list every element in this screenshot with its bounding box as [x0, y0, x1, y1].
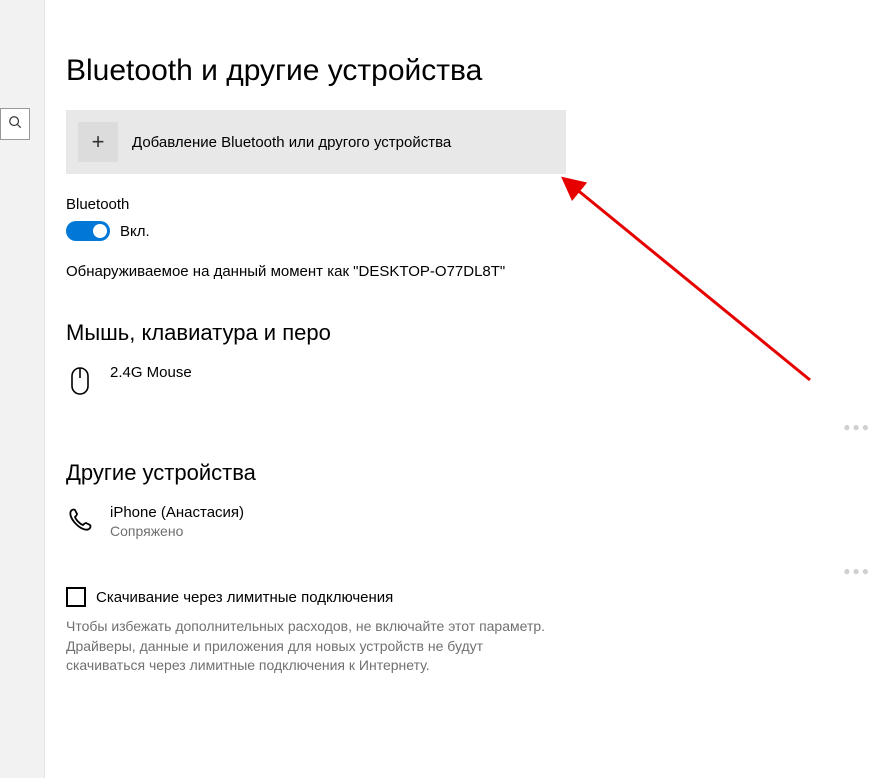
section-heading-other: Другие устройства: [66, 460, 826, 486]
other-devices-section: Другие устройства iPhone (Анастасия) Соп…: [66, 460, 826, 543]
add-device-button[interactable]: + Добавление Bluetooth или другого устро…: [66, 110, 566, 174]
main-content: Bluetooth и другие устройства + Добавлен…: [66, 54, 826, 676]
bluetooth-toggle-state: Вкл.: [120, 223, 150, 240]
mouse-keyboard-pen-section: Мышь, клавиатура и перо 2.4G Mouse: [66, 320, 826, 400]
add-device-label: Добавление Bluetooth или другого устройс…: [132, 134, 451, 151]
bluetooth-toggle[interactable]: [66, 221, 110, 241]
metered-section: Скачивание через лимитные подключения Чт…: [66, 587, 826, 676]
device-name: iPhone (Анастасия): [110, 504, 244, 521]
section-heading-mkp: Мышь, клавиатура и перо: [66, 320, 826, 346]
watermark-dots: ●●●: [843, 564, 871, 578]
metered-checkbox[interactable]: [66, 587, 86, 607]
discoverable-text: Обнаруживаемое на данный момент как "DES…: [66, 263, 826, 280]
bluetooth-label: Bluetooth: [66, 196, 826, 213]
page-title: Bluetooth и другие устройства: [66, 54, 826, 88]
metered-description: Чтобы избежать дополнительных расходов, …: [66, 617, 556, 676]
mouse-icon: [66, 364, 94, 396]
search-button[interactable]: [0, 108, 30, 140]
left-rail: [0, 0, 45, 778]
metered-checkbox-label: Скачивание через лимитные подключения: [96, 589, 393, 606]
bluetooth-section: Bluetooth Вкл. Обнаруживаемое на данный …: [66, 196, 826, 280]
plus-icon: +: [78, 122, 118, 162]
device-item-mouse[interactable]: 2.4G Mouse: [66, 360, 826, 400]
search-icon: [8, 115, 22, 134]
watermark-dots: ●●●: [843, 420, 871, 434]
device-status: Сопряжено: [110, 523, 244, 539]
phone-icon: [66, 504, 94, 534]
device-item-phone[interactable]: iPhone (Анастасия) Сопряжено: [66, 500, 826, 543]
device-name: 2.4G Mouse: [110, 364, 192, 381]
